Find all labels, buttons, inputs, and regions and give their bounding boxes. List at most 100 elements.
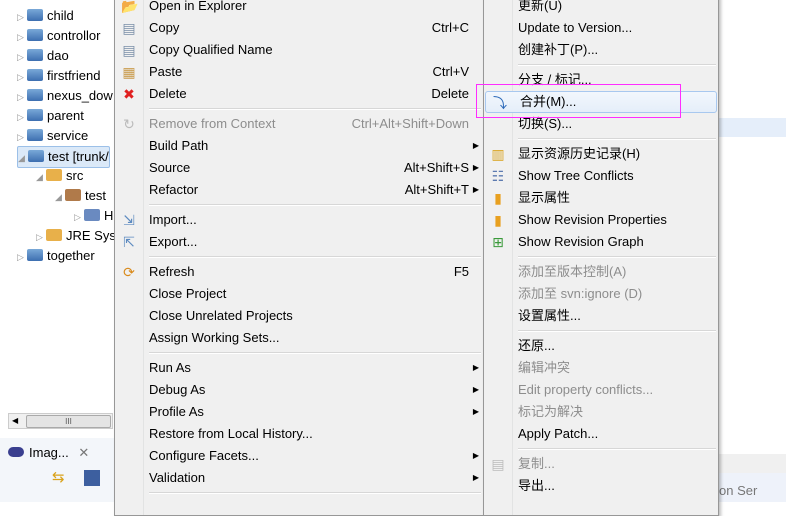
menu-item[interactable]: ✖ Delete Delete xyxy=(115,83,483,105)
submenu-arrow-icon: ▶ xyxy=(472,385,479,394)
menu-item[interactable]: Close Unrelated Projects xyxy=(115,305,483,327)
collapse-arrow-icon[interactable]: ◢ xyxy=(55,187,65,207)
menu-item[interactable]: ⤵ 合并(M)... xyxy=(485,91,717,113)
menu-item[interactable]: ⊞ Show Revision Graph xyxy=(484,231,718,253)
close-icon[interactable]: ✕ xyxy=(78,445,89,460)
expand-arrow-icon[interactable]: ▷ xyxy=(17,67,27,87)
shortcut-label: Ctrl+V xyxy=(432,64,469,79)
menu-item[interactable]: Build Path ▶ xyxy=(115,135,483,157)
tree-item[interactable]: ▷ parent xyxy=(17,106,84,126)
menu-item[interactable]: 切换(S)... xyxy=(484,113,718,135)
expand-arrow-icon[interactable]: ▷ xyxy=(17,27,27,47)
menu-item[interactable]: Run As ▶ xyxy=(115,357,483,379)
menu-item[interactable]: ▤ Copy Ctrl+C xyxy=(115,17,483,39)
scrollbar-thumb[interactable]: III xyxy=(26,415,111,428)
expand-arrow-icon[interactable]: ▷ xyxy=(17,247,27,267)
menu-item[interactable]: 导出... xyxy=(484,475,718,497)
eye-icon xyxy=(8,447,24,457)
menu-item[interactable]: ▦ Paste Ctrl+V xyxy=(115,61,483,83)
menu-separator xyxy=(115,201,483,209)
tree-item[interactable]: ▷ firstfriend xyxy=(17,66,100,86)
menu-item-label: 还原... xyxy=(518,338,555,353)
tree-item[interactable]: ▷ nexus_dow xyxy=(17,86,113,106)
menu-item[interactable]: Update to Version... xyxy=(484,17,718,39)
menu-item[interactable]: ⇱ Export... xyxy=(115,231,483,253)
menu-item[interactable]: ▮ 显示属性 xyxy=(484,187,718,209)
tree-item[interactable]: ◢ src xyxy=(36,166,83,186)
menu-item-label: 显示属性 xyxy=(518,190,571,205)
servers-tab[interactable]: on Ser xyxy=(719,473,786,502)
menu-item: ↻ Remove from Context Ctrl+Alt+Shift+Down xyxy=(115,113,483,135)
menu-item[interactable]: Apply Patch... xyxy=(484,423,718,445)
menu-item[interactable]: ▮ Show Revision Properties xyxy=(484,209,718,231)
menu-item[interactable]: 设置属性... xyxy=(484,305,718,327)
project-folder-icon xyxy=(27,109,43,121)
package-icon xyxy=(65,189,81,201)
submenu-arrow-icon: ▶ xyxy=(472,451,479,460)
menu-item[interactable]: 📂 Open in Explorer xyxy=(115,0,483,17)
expand-arrow-icon[interactable]: ▷ xyxy=(17,107,27,127)
menu-item[interactable]: 还原... xyxy=(484,335,718,357)
tree-item[interactable]: ▷ service xyxy=(17,126,88,146)
horizontal-scrollbar[interactable]: ◀ III xyxy=(8,413,113,429)
tree-item[interactable]: ▷ H xyxy=(74,206,113,226)
expand-arrow-icon[interactable]: ▷ xyxy=(36,227,46,247)
tree-item-label: H xyxy=(104,208,114,223)
menu-item[interactable]: Refactor Alt+Shift+T ▶ xyxy=(115,179,483,201)
refresh-icon: ⟳ xyxy=(123,264,135,280)
shortcut-label: F5 xyxy=(453,264,469,279)
expand-arrow-icon[interactable]: ▷ xyxy=(17,7,27,27)
tree-item[interactable]: ▷ child xyxy=(17,6,74,26)
menu-item[interactable]: Restore from Local History... xyxy=(115,423,483,445)
tree-item-label: JRE Syst xyxy=(66,228,120,243)
sync-icon[interactable]: ⇆ xyxy=(52,468,65,486)
menu-item-label: Copy Qualified Name xyxy=(149,42,273,57)
tree-item[interactable]: ▷ dao xyxy=(17,46,69,66)
submenu-arrow-icon: ▶ xyxy=(472,363,479,372)
menu-item[interactable]: Validation ▶ xyxy=(115,467,483,489)
copy-qualified-icon: ▤ xyxy=(122,42,136,58)
image-view-tab[interactable]: Imag... ✕ xyxy=(4,440,94,466)
collapse-arrow-icon[interactable]: ◢ xyxy=(36,167,46,187)
menu-item-label: Apply Patch... xyxy=(518,426,599,441)
menu-item[interactable]: ⇲ Import... xyxy=(115,209,483,231)
menu-item[interactable]: Debug As ▶ xyxy=(115,379,483,401)
menu-item[interactable]: 更新(U) xyxy=(484,0,718,17)
tree-item[interactable]: ▷ JRE Syst xyxy=(36,226,119,246)
tree-item[interactable]: ◢ test [trunk/ xyxy=(17,146,110,168)
revision-properties-icon: ▮ xyxy=(494,212,502,228)
shortcut-label: Delete xyxy=(431,86,469,101)
tree-item[interactable]: ▷ controllor xyxy=(17,26,100,46)
menu-separator xyxy=(484,327,718,335)
menu-item[interactable]: Source Alt+Shift+S ▶ xyxy=(115,157,483,179)
menu-item-label: Remove from Context xyxy=(149,116,276,131)
expand-arrow-icon[interactable]: ▷ xyxy=(17,127,27,147)
expand-arrow-icon[interactable]: ▷ xyxy=(74,207,84,227)
export-icon: ⇱ xyxy=(123,234,135,250)
menu-item-label: Debug As xyxy=(149,382,206,397)
collapse-arrow-icon[interactable]: ◢ xyxy=(18,148,28,168)
submenu-arrow-icon: ▶ xyxy=(472,473,479,482)
menu-item[interactable]: ☷ Show Tree Conflicts xyxy=(484,165,718,187)
menu-item[interactable]: 创建补丁(P)... xyxy=(484,39,718,61)
menu-item[interactable]: Configure Facets... ▶ xyxy=(115,445,483,467)
tree-item[interactable]: ▷ together xyxy=(17,246,95,266)
menu-item[interactable]: 分支 / 标记... xyxy=(484,69,718,91)
menu-item[interactable]: ⟳ Refresh F5 xyxy=(115,261,483,283)
menu-item-label: 标记为解决 xyxy=(518,404,584,419)
menu-item[interactable]: ▤ Copy Qualified Name xyxy=(115,39,483,61)
image-tool-icon[interactable] xyxy=(84,470,100,486)
tree-conflicts-icon: ☷ xyxy=(491,168,505,184)
menu-item[interactable]: ▥ 显示资源历史记录(H) xyxy=(484,143,718,165)
submenu-arrow-icon: ▶ xyxy=(472,141,479,150)
menu-item[interactable]: Assign Working Sets... xyxy=(115,327,483,349)
menu-item-label: 合并(M)... xyxy=(520,94,577,109)
menu-item[interactable]: Close Project xyxy=(115,283,483,305)
bottom-panel: Imag... ✕ ⇆ xyxy=(0,438,114,502)
tree-item[interactable]: ◢ test xyxy=(55,186,106,206)
menu-item-label: Edit property conflicts... xyxy=(518,382,654,397)
menu-item[interactable]: Profile As ▶ xyxy=(115,401,483,423)
expand-arrow-icon[interactable]: ▷ xyxy=(17,87,27,107)
expand-arrow-icon[interactable]: ▷ xyxy=(17,47,27,67)
tree-item-label: controllor xyxy=(47,28,101,43)
